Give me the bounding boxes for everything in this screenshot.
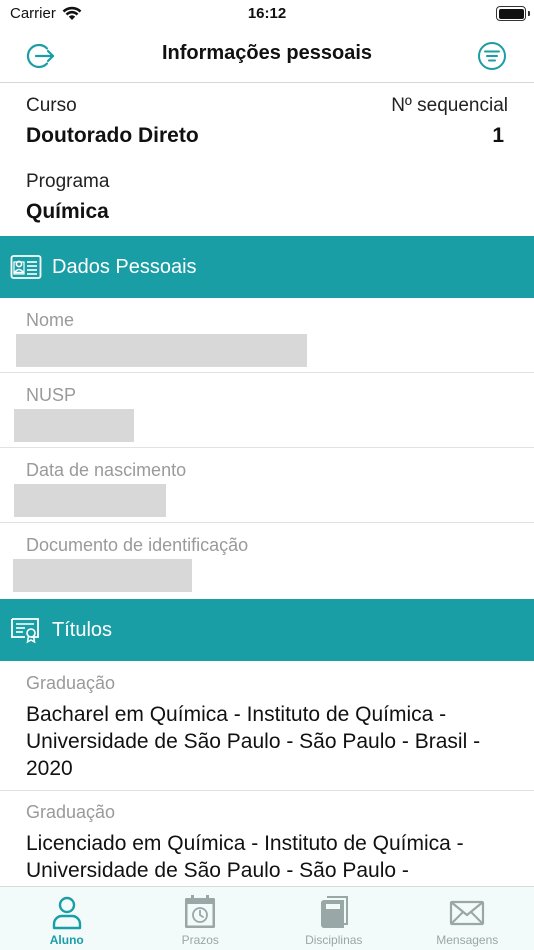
status-time: 16:12 <box>247 5 287 22</box>
titulo-text: Licenciado em Química - Instituto de Quí… <box>26 832 464 882</box>
filter-icon <box>478 42 506 70</box>
tab-label: Disciplinas <box>305 933 363 947</box>
curso-value: Doutorado Direto <box>26 124 199 147</box>
field-nusp: NUSP <box>0 373 534 448</box>
sequence-label: Nº sequencial <box>391 95 508 116</box>
programa-value: Química <box>26 200 109 223</box>
tab-prazos[interactable]: Prazos <box>134 887 268 950</box>
person-icon <box>52 896 81 930</box>
section-title: Títulos <box>52 618 113 641</box>
field-label: Documento de identificação <box>26 535 249 555</box>
envelope-icon <box>450 900 485 926</box>
redacted-value <box>16 334 307 367</box>
tab-bar: Aluno Prazos Disciplinas Mensagens <box>0 886 534 950</box>
titulo-text: Bacharel em Química - Instituto de Quími… <box>26 703 481 780</box>
navigation-bar: Informações pessoais <box>0 28 534 83</box>
field-label: Data de nascimento <box>26 460 187 480</box>
battery-cap <box>528 11 530 16</box>
section-header-dados-pessoais: Dados Pessoais <box>0 236 534 298</box>
id-card-icon <box>10 255 42 279</box>
titulo-label: Graduação <box>26 673 116 693</box>
certificate-icon <box>11 618 39 644</box>
section-title: Dados Pessoais <box>52 255 197 278</box>
programa-label: Programa <box>26 171 110 192</box>
field-documento: Documento de identificação <box>0 523 534 598</box>
tab-label: Prazos <box>181 933 219 947</box>
tab-label: Aluno <box>49 933 84 947</box>
field-nome: Nome <box>0 298 534 373</box>
section-header-titulos: Títulos <box>0 599 534 661</box>
tab-label: Mensagens <box>436 933 499 947</box>
field-data-nascimento: Data de nascimento <box>0 448 534 523</box>
course-info: Curso Nº sequencial Doutorado Direto 1 P… <box>0 84 534 236</box>
books-icon <box>320 896 348 928</box>
tab-disciplinas[interactable]: Disciplinas <box>267 887 401 950</box>
status-bar: Carrier 16:12 <box>0 0 534 28</box>
curso-label: Curso <box>26 95 77 116</box>
page-title: Informações pessoais <box>161 42 373 64</box>
tab-aluno[interactable]: Aluno <box>0 887 134 950</box>
calendar-icon <box>185 895 216 928</box>
redacted-value <box>14 409 134 442</box>
tab-mensagens[interactable]: Mensagens <box>401 887 534 950</box>
titulo-item: Graduação Bacharel em Química - Institut… <box>0 661 534 791</box>
redacted-value <box>14 484 166 517</box>
battery-icon <box>496 6 526 21</box>
sequence-value: 1 <box>492 124 504 147</box>
filter-menu-button[interactable] <box>476 40 508 72</box>
field-label: NUSP <box>26 385 77 405</box>
field-label: Nome <box>26 310 75 330</box>
titulo-label: Graduação <box>26 802 116 822</box>
redacted-value <box>13 559 192 592</box>
titulo-item: Graduação Licenciado em Química - Instit… <box>0 790 534 886</box>
